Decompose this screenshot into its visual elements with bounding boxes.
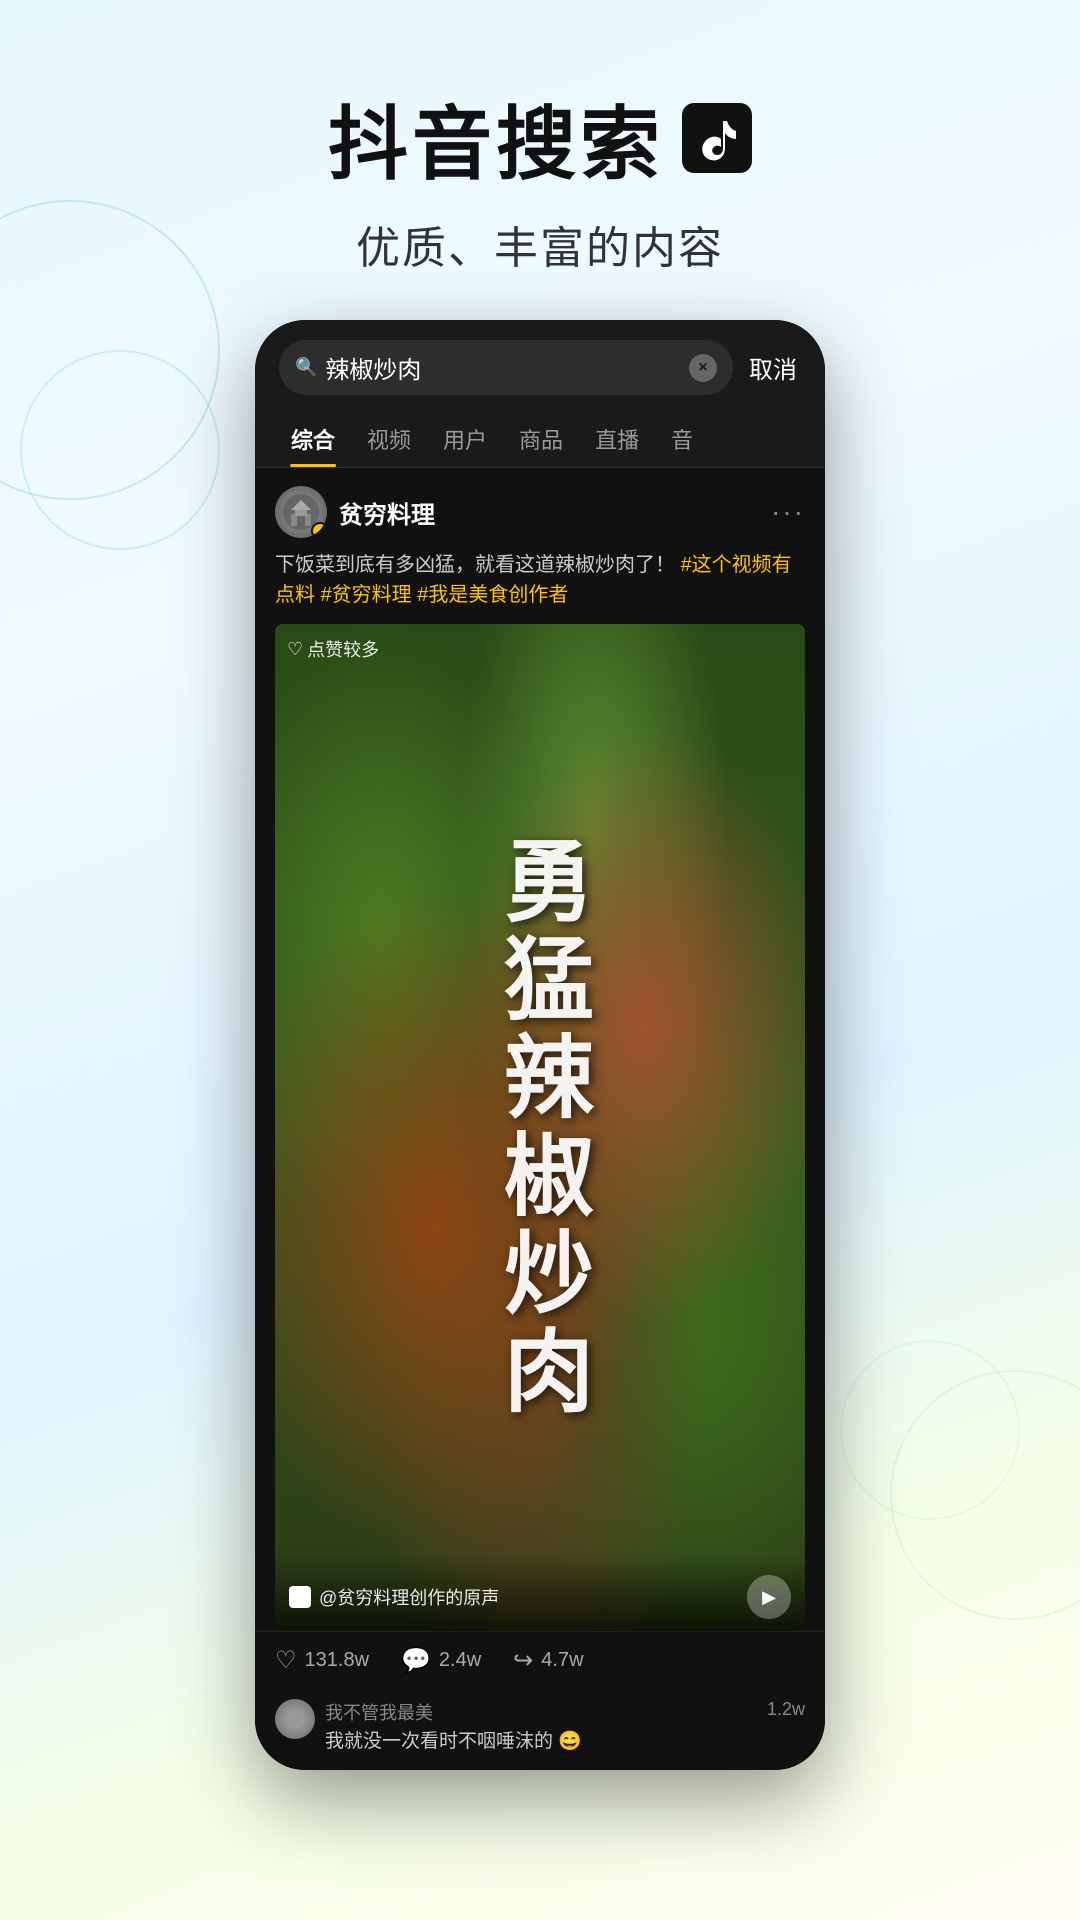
tab-live[interactable]: 直播 (579, 411, 655, 467)
hashtag-2[interactable]: #贫穷料理 (321, 584, 412, 606)
post-user-info: ✓ 贫穷料理 (275, 486, 435, 538)
video-calligraphy-text: 勇猛辣椒炒肉 (495, 834, 585, 1422)
comments-number: 2.4w (439, 1649, 481, 1672)
post-description: 下饭菜到底有多凶猛，就看这道辣椒炒肉了！ #这个视频有点料 #贫穷料理 #我是美… (255, 550, 825, 624)
comments-count[interactable]: 💬 2.4w (401, 1646, 481, 1675)
post-main-text: 下饭菜到底有多凶猛，就看这道辣椒炒肉了！ (275, 554, 675, 576)
share-icon: ↪ (513, 1646, 533, 1675)
tab-audio[interactable]: 音 (655, 411, 709, 467)
subtitle: 优质、丰富的内容 (0, 212, 1080, 276)
comment-count: 1.2w (767, 1699, 805, 1720)
phone-inner: 🔍 辣椒炒肉 × 取消 综合 视频 用户 (255, 320, 825, 1770)
video-thumbnail: ♡ 点赞较多 勇猛辣椒炒肉 ♪ @贫穷料理创作的原声 (275, 624, 805, 1631)
shares-count[interactable]: ↪ 4.7w (513, 1646, 583, 1675)
username[interactable]: 贫穷料理 (339, 495, 435, 530)
search-icon: 🔍 (295, 357, 317, 378)
likes-count[interactable]: ♡ 131.8w (275, 1646, 369, 1675)
tiktok-logo (682, 103, 752, 173)
clear-search-button[interactable]: × (689, 354, 717, 382)
tab-comprehensive[interactable]: 综合 (275, 411, 351, 467)
tiktok-icon (692, 113, 742, 163)
engagement-bar: ♡ 131.8w 💬 2.4w ↪ 4.7w (255, 1631, 825, 1689)
tab-user[interactable]: 用户 (427, 411, 503, 467)
phone-mockup: 🔍 辣椒炒肉 × 取消 综合 视频 用户 (255, 320, 825, 1770)
post-header: ✓ 贫穷料理 ··· (255, 468, 825, 550)
comment-content: 我不管我最美 我就没一次看时不咽唾沫的 😄 (325, 1699, 757, 1756)
cancel-button[interactable]: 取消 (745, 350, 801, 385)
comment-text: 我就没一次看时不咽唾沫的 😄 (325, 1729, 757, 1756)
video-container[interactable]: ♡ 点赞较多 勇猛辣椒炒肉 ♪ @贫穷料理创作的原声 (275, 624, 805, 1631)
like-icon: ♡ (275, 1646, 297, 1675)
video-text-overlay: 勇猛辣椒炒肉 (275, 624, 805, 1631)
tab-video[interactable]: 视频 (351, 411, 427, 467)
more-options-button[interactable]: ··· (771, 496, 805, 528)
search-bar-area: 🔍 辣椒炒肉 × 取消 (255, 320, 825, 411)
tabs-area: 综合 视频 用户 商品 直播 音 (255, 411, 825, 468)
clear-icon: × (698, 359, 707, 377)
user-avatar[interactable]: ✓ (275, 486, 327, 538)
phone-container: 🔍 辣椒炒肉 × 取消 综合 视频 用户 (255, 320, 825, 1770)
commenter-name: 我不管我最美 (325, 1699, 757, 1725)
hashtag-3[interactable]: #我是美食创作者 (417, 584, 568, 606)
app-title-text: 抖音搜索 (328, 80, 664, 196)
search-query-text: 辣椒炒肉 (325, 350, 681, 385)
main-title: 抖音搜索 (0, 80, 1080, 196)
verified-badge: ✓ (311, 522, 327, 538)
commenter-avatar (275, 1699, 315, 1739)
comment-icon: 💬 (401, 1646, 431, 1675)
likes-number: 131.8w (305, 1649, 370, 1672)
shares-number: 4.7w (541, 1649, 583, 1672)
tab-product[interactable]: 商品 (503, 411, 579, 467)
bg-decoration-2 (20, 350, 220, 550)
header-section: 抖音搜索 优质、丰富的内容 (0, 0, 1080, 316)
content-area: ✓ 贫穷料理 ··· 下饭菜到底有多凶猛，就看这道辣椒炒肉了！ #这个视频有点料… (255, 468, 825, 1770)
comment-preview: 我不管我最美 我就没一次看时不咽唾沫的 😄 1.2w (255, 1689, 825, 1770)
search-input-wrapper[interactable]: 🔍 辣椒炒肉 × (279, 340, 733, 395)
bg-decoration-4 (840, 1340, 1020, 1520)
